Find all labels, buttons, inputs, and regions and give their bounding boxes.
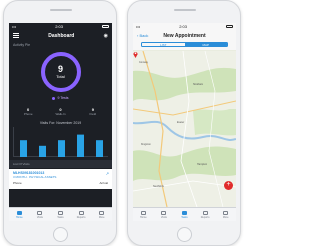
page-title: New Appointment (163, 32, 206, 39)
chart-bar (20, 140, 27, 157)
list-header: List Of Visits (9, 160, 112, 168)
tab-tasks[interactable]: Tasks (176, 210, 192, 219)
status-time: 2:03 (55, 24, 63, 29)
calendar-icon (161, 210, 167, 215)
tab-more[interactable]: More (94, 210, 110, 219)
stat-phone-label: Phone (23, 112, 33, 116)
card-left-label: Phone (13, 181, 22, 185)
chart-icon (78, 210, 84, 215)
battery-icon (226, 25, 233, 28)
signal-indicator: ••• (136, 24, 141, 29)
tab-reports[interactable]: Reports (197, 210, 213, 219)
chart-title: Visits For: November 2019 (39, 121, 82, 125)
more-icon (223, 210, 229, 215)
dashboard-navbar: Dashboard ◉ (9, 30, 112, 41)
map-place-label: Stratham (193, 83, 204, 86)
arrow-icon[interactable]: ↗ (106, 171, 109, 176)
map-screen: ••• 2:03 New Appointment ‹ Back LIST MAP (133, 23, 236, 221)
left-phone-frame: ••• 2:03 Dashboard ◉ Activity Pie 9 Tota… (3, 0, 117, 246)
signal-indicator: ••• (12, 24, 17, 29)
more-icon (99, 210, 105, 215)
map-tiles (133, 51, 236, 207)
tab-bar: Home Visits Tasks Reports More (9, 207, 112, 221)
stat-walkin-label: Walk-In (55, 112, 66, 116)
stat-field-label: Field (89, 112, 97, 116)
chart-bar (39, 145, 46, 157)
appointment-navbar: New Appointment ‹ Back (133, 30, 236, 41)
status-bar: ••• 2:03 (9, 23, 112, 30)
calendar-icon (37, 210, 43, 215)
tab-reports[interactable]: Reports (73, 210, 89, 219)
card-right-label: Arrival (99, 181, 108, 185)
map-pin-icon[interactable] (133, 51, 138, 58)
home-icon (140, 210, 146, 215)
visits-bar-chart (13, 127, 108, 157)
tab-visits[interactable]: Visits (32, 210, 48, 219)
earpiece (174, 9, 196, 11)
activity-donut: 9 Total (39, 50, 83, 94)
map-place-label: Exeter (177, 121, 185, 124)
bar-chart-svg (20, 134, 103, 157)
segment-map[interactable]: MAP (184, 43, 227, 46)
map-view[interactable]: Conway Stratham Exeter Kingston Hampton … (133, 51, 236, 207)
tab-home[interactable]: Home (135, 210, 151, 219)
tab-more[interactable]: More (218, 210, 234, 219)
hamburger-icon[interactable] (13, 33, 19, 38)
right-phone-frame: ••• 2:03 New Appointment ‹ Back LIST MAP (127, 0, 241, 246)
visit-type-stats: 0 Phone 0 Walk-In 9 Field (9, 106, 112, 116)
bell-icon[interactable]: ◉ (104, 33, 108, 39)
map-place-label: Newfields (153, 185, 164, 188)
stat-phone[interactable]: 0 Phone (13, 106, 43, 116)
add-appointment-button[interactable]: + (224, 181, 233, 190)
donut-legend: 9 Tests (9, 96, 112, 100)
checklist-icon (181, 210, 187, 215)
dashboard-screen: ••• 2:03 Dashboard ◉ Activity Pie 9 Tota… (9, 23, 112, 221)
map-place-label: Kingston (141, 143, 151, 146)
tab-bar: Home Visits Tasks Reports More (133, 207, 236, 221)
legend-dot-icon (52, 96, 56, 100)
earpiece (50, 9, 72, 11)
visit-description: 3 MONTH · PHYSICAL ASSETS (13, 175, 57, 179)
checklist-icon (57, 210, 63, 215)
visit-card[interactable]: MLHS09181001013 3 MONTH · PHYSICAL ASSET… (9, 169, 112, 189)
tab-tasks[interactable]: Tasks (52, 210, 68, 219)
activity-pie-label: Activity Pie (13, 43, 31, 47)
chart-bar (77, 134, 84, 157)
donut-total-value: 9 (57, 64, 63, 74)
chart-bar (58, 140, 65, 157)
view-toggle: LIST MAP (133, 41, 236, 50)
chart-bar (96, 140, 103, 157)
tab-home[interactable]: Home (11, 210, 27, 219)
segment-list[interactable]: LIST (142, 43, 185, 46)
tab-visits[interactable]: Visits (156, 210, 172, 219)
home-button[interactable] (53, 227, 68, 242)
battery-icon (102, 25, 109, 28)
home-icon (16, 210, 22, 215)
map-place-label: Hampton (197, 163, 208, 166)
legend-label: 9 Tests (57, 96, 69, 100)
map-place-label: Conway (139, 61, 149, 64)
stat-walkin[interactable]: 0 Walk-In (45, 106, 75, 116)
page-title: Dashboard (48, 32, 75, 39)
donut-total-label: Total (56, 74, 65, 79)
home-button[interactable] (177, 227, 192, 242)
stat-field[interactable]: 9 Field (78, 106, 108, 116)
chart-icon (202, 210, 208, 215)
status-bar: ••• 2:03 (133, 23, 236, 30)
status-time: 2:03 (179, 24, 187, 29)
